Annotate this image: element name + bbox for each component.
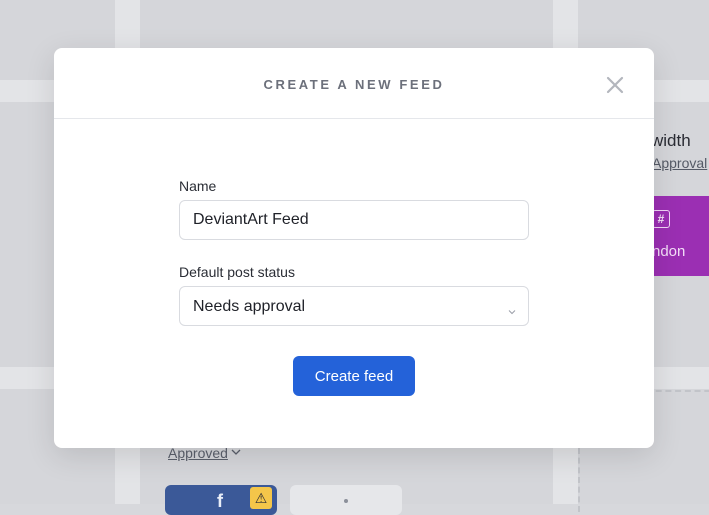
create-feed-button[interactable]: Create feed — [293, 356, 415, 396]
chevron-down-icon — [231, 447, 241, 459]
create-feed-modal: CREATE A NEW FEED Name Default post stat… — [54, 48, 654, 448]
warning-icon: ⚠ — [250, 487, 272, 509]
post-status-select[interactable]: Needs approval — [179, 286, 529, 326]
facebook-icon: f — [217, 491, 223, 511]
close-button[interactable] — [606, 76, 624, 94]
chevron-down-icon — [508, 302, 516, 320]
dot-icon — [344, 499, 348, 503]
bg-secondary-card[interactable] — [290, 485, 402, 515]
status-label: Default post status — [179, 264, 295, 280]
name-input[interactable] — [179, 200, 529, 240]
bg-mastodon-label: ndon — [652, 243, 686, 260]
modal-title: CREATE A NEW FEED — [263, 77, 445, 92]
name-label: Name — [179, 178, 217, 194]
create-feed-form: Name Default post status Needs approval … — [179, 178, 529, 396]
modal-header: CREATE A NEW FEED — [54, 48, 654, 119]
status-group: Default post status Needs approval — [179, 264, 529, 326]
bg-approval-link[interactable]: Approval — [652, 155, 707, 171]
hash-icon: # — [652, 210, 670, 228]
close-icon — [606, 76, 624, 94]
post-status-value: Needs approval — [193, 298, 306, 315]
bg-width-label: width — [651, 131, 691, 150]
